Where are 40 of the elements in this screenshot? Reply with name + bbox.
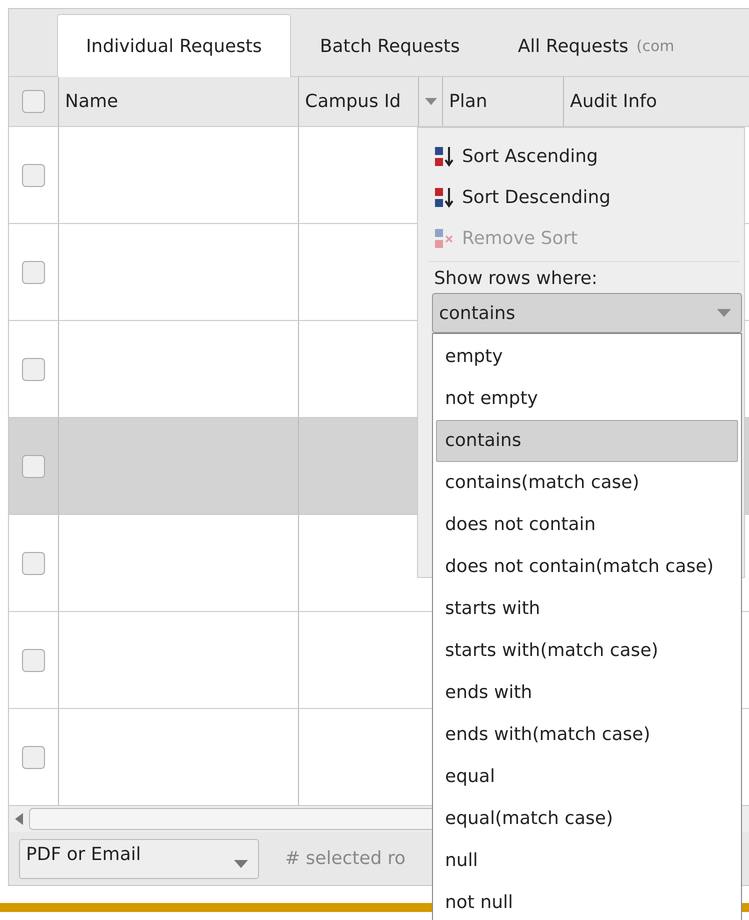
- remove-sort-icon: [434, 228, 454, 250]
- caret-icon: [234, 860, 248, 868]
- dropdown-option[interactable]: contains: [436, 420, 738, 462]
- filter-select[interactable]: contains: [432, 293, 742, 333]
- scroll-left-icon[interactable]: [15, 813, 23, 825]
- dropdown-option[interactable]: does not contain: [436, 504, 738, 546]
- tab[interactable]: All Requests (com: [488, 14, 704, 77]
- dropdown-option[interactable]: contains(match case): [436, 462, 738, 504]
- sort-ascending-icon: [434, 146, 454, 168]
- tab[interactable]: Batch Requests: [290, 14, 489, 77]
- dropdown-option[interactable]: ends with: [436, 672, 738, 714]
- select-all-checkbox[interactable]: [22, 90, 45, 113]
- dropdown-option[interactable]: starts with(match case): [436, 630, 738, 672]
- dropdown-option[interactable]: equal: [436, 756, 738, 798]
- dropdown-option[interactable]: not null: [436, 882, 738, 920]
- export-select[interactable]: PDF or Email: [19, 838, 259, 878]
- column-header[interactable]: Name: [59, 77, 299, 126]
- row-checkbox[interactable]: [22, 454, 45, 478]
- row-checkbox[interactable]: [22, 260, 45, 284]
- sort-descending-icon: [434, 186, 454, 208]
- filter-label: Show rows where:: [433, 268, 598, 289]
- row-checkbox[interactable]: [22, 648, 45, 672]
- caret-icon: [424, 98, 436, 105]
- column-header[interactable]: Campus Id: [299, 77, 419, 126]
- column-header[interactable]: Plan: [443, 77, 564, 126]
- menu-item[interactable]: Sort Descending: [418, 177, 744, 218]
- dropdown-option[interactable]: ends with(match case): [436, 714, 738, 756]
- dropdown-option[interactable]: not empty: [436, 378, 738, 420]
- row-checkbox[interactable]: [22, 358, 45, 380]
- menu-item[interactable]: Sort Ascending: [418, 136, 744, 177]
- dropdown-option[interactable]: does not contain(match case): [436, 546, 738, 588]
- row-checkbox[interactable]: [22, 552, 45, 574]
- dropdown-option[interactable]: equal(match case): [436, 798, 738, 840]
- row-checkbox[interactable]: [22, 746, 45, 768]
- caret-icon: [717, 309, 731, 317]
- column-header[interactable]: Audit Info: [564, 77, 749, 126]
- dropdown-option[interactable]: empty: [436, 336, 738, 378]
- row-checkbox[interactable]: [22, 164, 45, 186]
- tab[interactable]: Individual Requests: [57, 14, 291, 77]
- dropdown-option[interactable]: starts with: [436, 588, 738, 630]
